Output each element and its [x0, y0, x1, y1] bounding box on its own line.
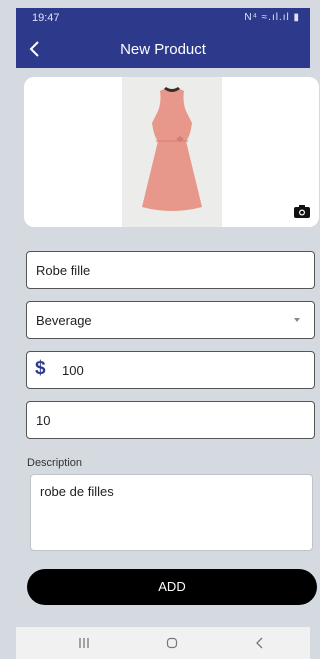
price-value: 100: [62, 363, 84, 378]
recent-apps-icon: [79, 638, 89, 648]
recent-apps-button[interactable]: [64, 627, 104, 659]
nav-back-button[interactable]: [240, 627, 280, 659]
status-time: 19:47: [32, 12, 60, 24]
page-title: New Product: [120, 41, 206, 58]
category-select[interactable]: Beverage: [26, 301, 315, 339]
product-name-value: Robe fille: [36, 263, 91, 278]
description-value: robe de filles: [40, 484, 114, 499]
description-textarea[interactable]: robe de filles: [30, 474, 313, 551]
product-name-input[interactable]: Robe fille: [26, 251, 315, 289]
dollar-icon: $: [35, 358, 46, 379]
home-icon: [166, 637, 178, 649]
app-bar: New Product: [16, 30, 310, 68]
description-label: Description: [27, 457, 83, 469]
home-button[interactable]: [152, 627, 192, 659]
chevron-down-icon: [294, 318, 300, 322]
product-photo: [122, 77, 222, 227]
system-nav-bar: [16, 627, 310, 659]
category-value: Beverage: [36, 313, 92, 328]
status-bar: 19:47 N⁴ ≈.ıl.ıl ▮: [16, 8, 310, 30]
quantity-input[interactable]: 10: [26, 401, 315, 439]
price-input[interactable]: $ 100: [26, 351, 315, 389]
dress-image: [142, 87, 202, 211]
add-button[interactable]: ADD: [27, 569, 317, 605]
product-image-card[interactable]: [24, 77, 319, 227]
quantity-value: 10: [36, 413, 51, 428]
camera-button[interactable]: [293, 203, 311, 219]
camera-icon: [294, 205, 310, 218]
back-icon: [256, 637, 263, 649]
status-icons: N⁴ ≈.ıl.ıl ▮: [244, 12, 300, 23]
